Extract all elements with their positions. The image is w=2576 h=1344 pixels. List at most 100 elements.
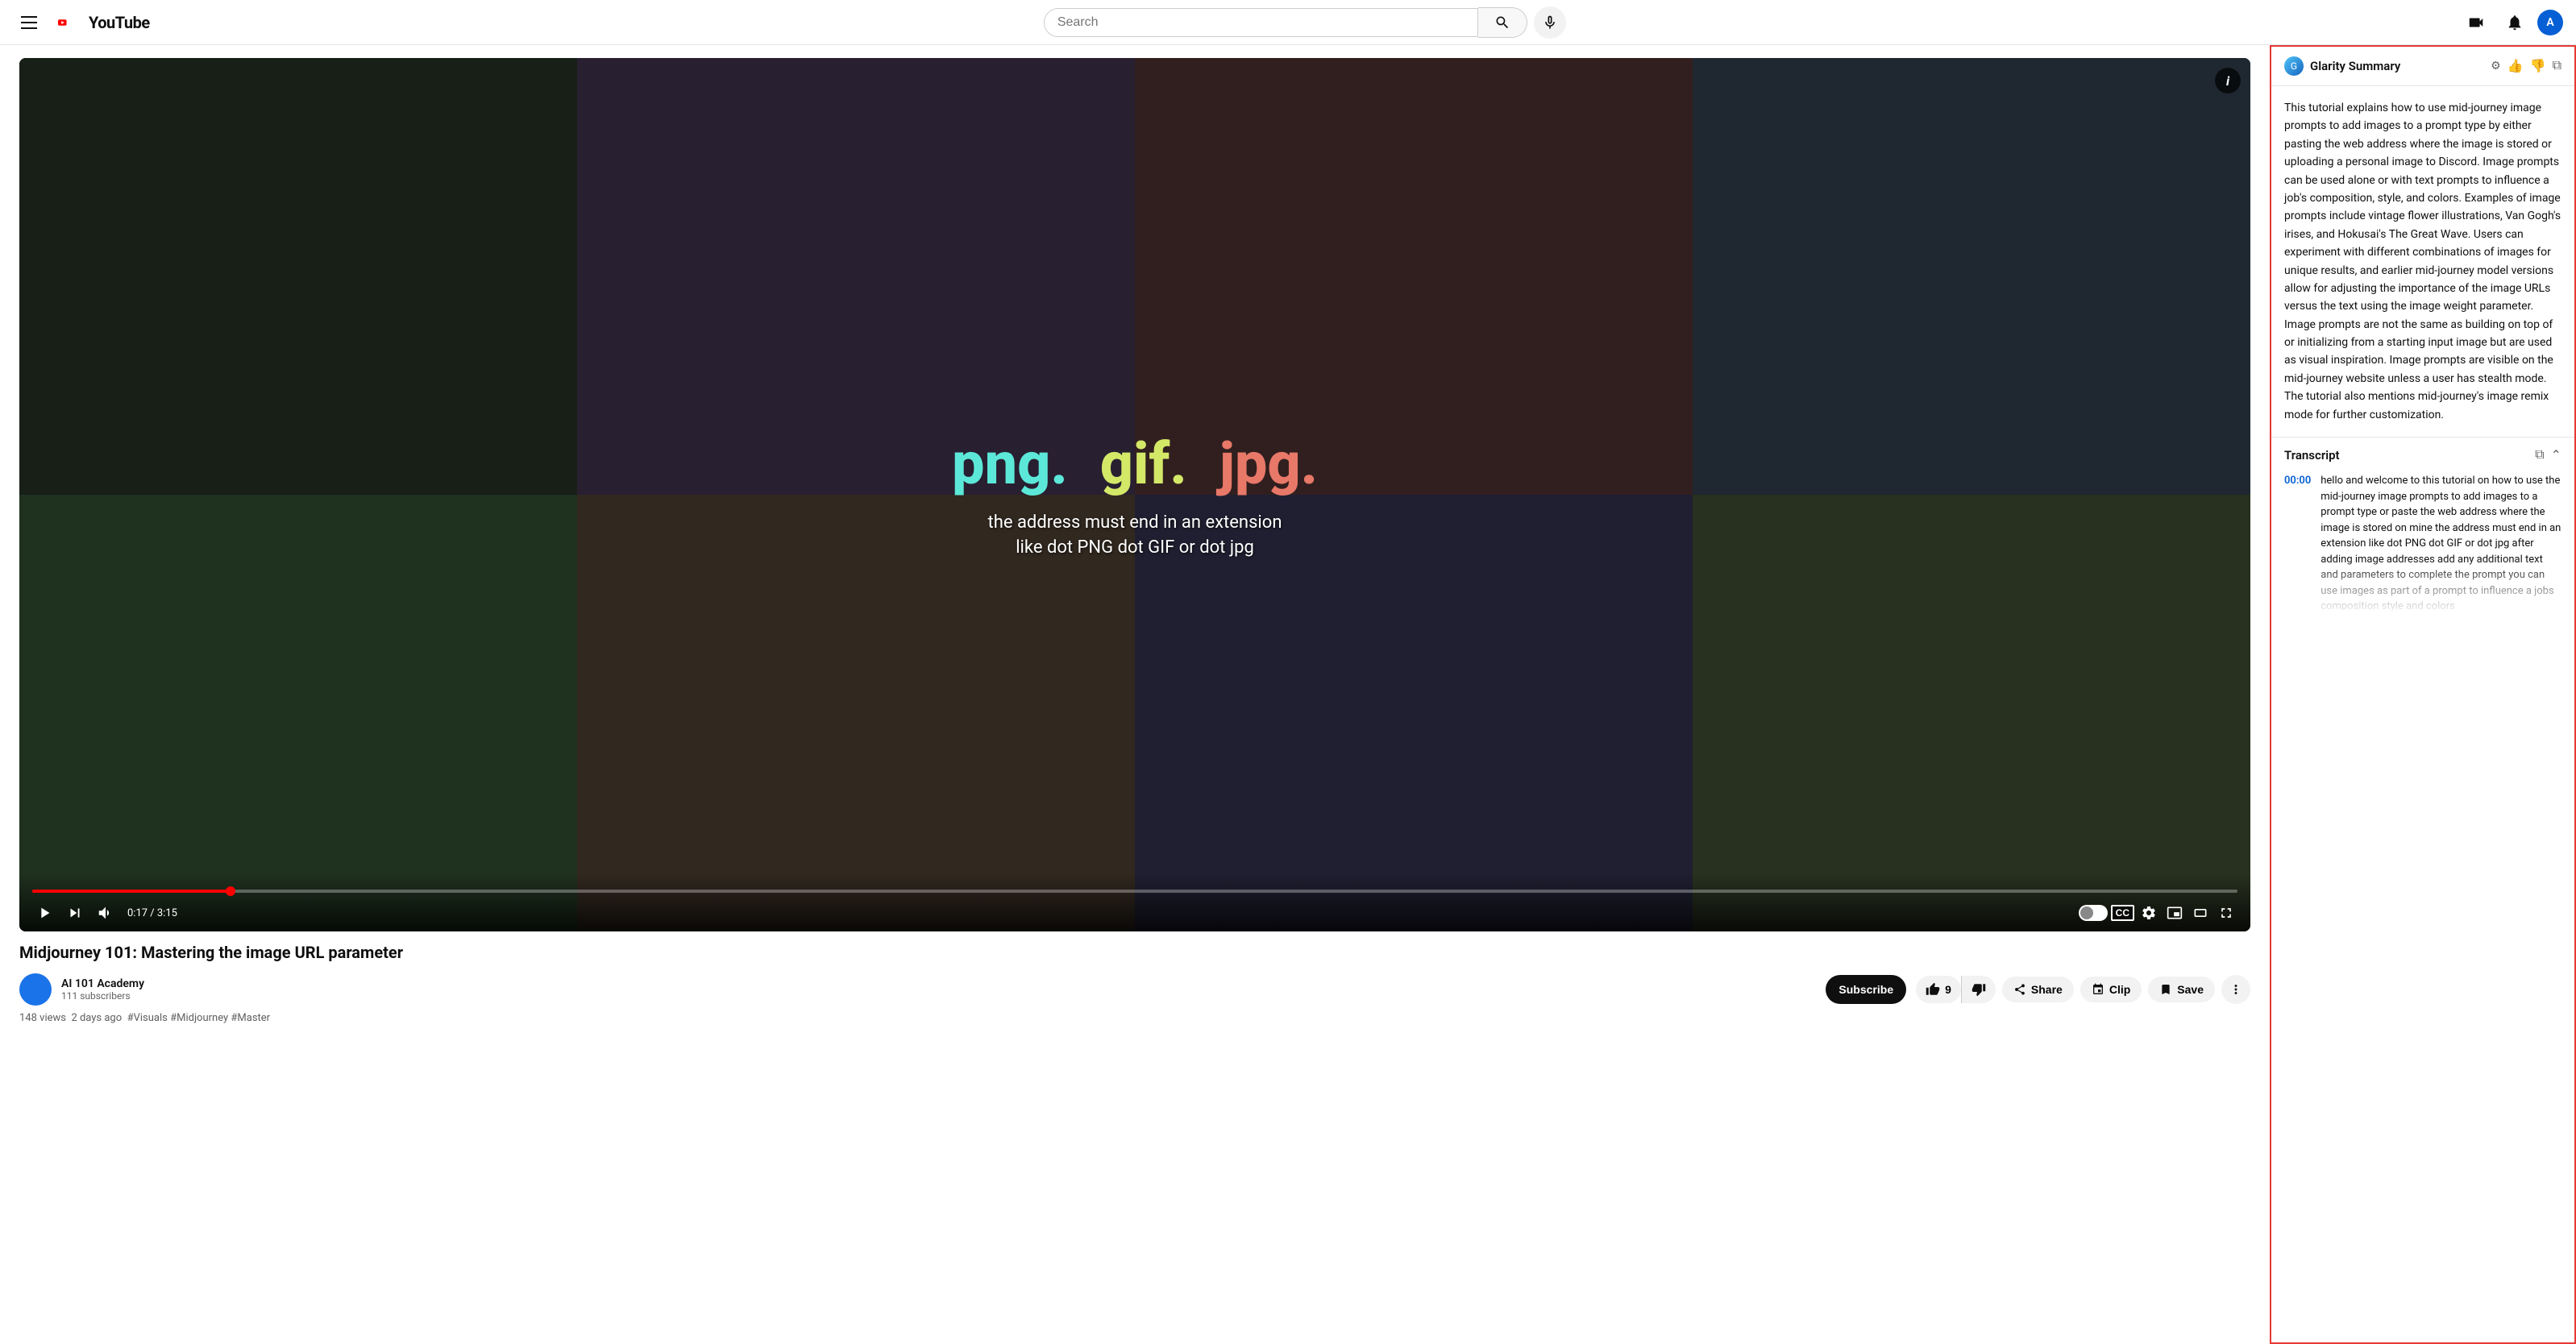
glarity-actions: 👍 👎 ⧉ <box>2507 58 2561 74</box>
transcript-collapse-button[interactable]: ⌃ <box>2551 447 2561 463</box>
info-button[interactable]: i <box>2215 68 2241 93</box>
glarity-summary-text: This tutorial explains how to use mid-jo… <box>2284 99 2561 424</box>
create-icon <box>2467 14 2485 31</box>
clip-icon <box>2092 983 2104 996</box>
fullscreen-icon <box>2218 905 2234 921</box>
search-input[interactable] <box>1045 9 1477 36</box>
channel-name: AI 101 Academy <box>61 977 1816 990</box>
captions-button[interactable]: CC <box>2111 905 2134 921</box>
video-thumbnail: png. gif. jpg. the address must end in a… <box>19 58 2250 931</box>
search-icon <box>1494 15 1510 31</box>
fullscreen-button[interactable] <box>2215 902 2237 924</box>
header-left: YouTube <box>13 6 150 39</box>
view-count: 148 views <box>19 1012 66 1024</box>
transcript-timestamp[interactable]: 00:00 <box>2284 473 2311 615</box>
glarity-summary: This tutorial explains how to use mid-jo… <box>2271 86 2574 437</box>
transcript-copy-button[interactable]: ⧉ <box>2535 447 2544 463</box>
thumbs-up-icon <box>1926 982 1940 997</box>
save-button[interactable]: Save <box>2148 977 2215 1002</box>
file-types-display: png. gif. jpg. <box>952 429 1318 498</box>
clip-button[interactable]: Clip <box>2080 977 2142 1002</box>
video-area: png. gif. jpg. the address must end in a… <box>0 45 2270 1344</box>
video-text-overlay: png. gif. jpg. the address must end in a… <box>19 58 2250 931</box>
hamburger-icon <box>15 10 44 35</box>
youtube-text: YouTube <box>89 13 150 32</box>
microphone-button[interactable] <box>1534 6 1566 39</box>
like-button[interactable]: 9 <box>1916 976 1961 1003</box>
volume-area <box>93 901 118 925</box>
video-hashtags: #Visuals #Midjourney #Master <box>127 1012 270 1024</box>
controls-row: 0:17 / 3:15 CC <box>32 901 2237 925</box>
more-icon <box>2229 982 2243 997</box>
settings-button[interactable] <box>2138 902 2160 924</box>
time-current: 0:17 <box>127 907 147 919</box>
transcript-actions: ⧉ ⌃ <box>2535 447 2561 463</box>
glarity-expand-button[interactable]: ⧉ <box>2553 58 2561 74</box>
hamburger-menu-button[interactable] <box>13 6 45 39</box>
header-center <box>150 6 2460 39</box>
progress-bar[interactable] <box>32 890 2237 893</box>
header: YouTube A <box>0 0 2576 45</box>
skip-next-button[interactable] <box>63 901 87 925</box>
youtube-logo[interactable]: YouTube <box>58 13 150 32</box>
avatar[interactable]: A <box>2537 10 2563 35</box>
header-right: A <box>2460 6 2563 39</box>
create-button[interactable] <box>2460 6 2492 39</box>
png-label: png. <box>952 429 1068 498</box>
play-button[interactable] <box>32 901 56 925</box>
time-display: 0:17 / 3:15 <box>127 907 177 919</box>
notifications-icon <box>2506 14 2524 31</box>
clip-label: Clip <box>2109 983 2130 996</box>
settings-icon <box>2141 905 2157 921</box>
dislike-button[interactable] <box>1961 976 1996 1003</box>
thumbs-down-icon <box>1971 982 1986 997</box>
mute-button[interactable] <box>93 901 118 925</box>
search-input-wrapper <box>1044 8 1478 37</box>
glarity-panel: G Glarity Summary ⚙ 👍 👎 ⧉ This tutorial … <box>2270 45 2576 1344</box>
speed-dot <box>2080 906 2093 919</box>
gif-label: gif. <box>1100 429 1187 498</box>
jpg-label: jpg. <box>1219 429 1318 498</box>
progress-fill <box>32 890 231 893</box>
miniplayer-button[interactable] <box>2163 902 2186 924</box>
video-meta: 148 views 2 days ago #Visuals #Midjourne… <box>19 1012 2250 1024</box>
search-button[interactable] <box>1478 7 1527 38</box>
action-buttons: 9 Share Clip Save <box>1916 975 2250 1004</box>
glarity-settings-icon[interactable]: ⚙ <box>2491 60 2501 73</box>
glarity-header: G Glarity Summary ⚙ 👍 👎 ⧉ <box>2271 47 2574 86</box>
glarity-thumbs-up-button[interactable]: 👍 <box>2507 58 2524 74</box>
progress-dot <box>226 886 235 896</box>
share-label: Share <box>2031 983 2063 996</box>
play-icon <box>35 904 53 922</box>
speed-toggle[interactable] <box>2079 905 2108 921</box>
volume-icon <box>97 904 114 922</box>
channel-info: AI 101 Academy 111 subscribers <box>61 977 1816 1002</box>
like-dislike-group: 9 <box>1916 976 1996 1003</box>
more-options-button[interactable] <box>2221 975 2250 1004</box>
notifications-button[interactable] <box>2499 6 2531 39</box>
transcript-section: Transcript ⧉ ⌃ 00:00 hello and welcome t… <box>2271 437 2574 1342</box>
youtube-logo-icon <box>58 13 85 32</box>
channel-avatar[interactable] <box>19 973 52 1006</box>
video-subtitle: the address must end in an extensionlike… <box>988 511 1282 561</box>
share-icon <box>2013 983 2026 996</box>
channel-row: AI 101 Academy 111 subscribers Subscribe… <box>19 973 2250 1006</box>
save-icon <box>2159 983 2172 996</box>
channel-subscribers: 111 subscribers <box>61 990 1816 1002</box>
transcript-title: Transcript <box>2284 448 2535 463</box>
time-total: 3:15 <box>157 907 177 919</box>
theater-mode-button[interactable] <box>2189 902 2212 924</box>
video-controls: 0:17 / 3:15 CC <box>19 873 2250 931</box>
theater-icon <box>2192 905 2208 921</box>
share-button[interactable]: Share <box>2002 977 2074 1002</box>
transcript-header: Transcript ⧉ ⌃ <box>2271 438 2574 473</box>
like-count: 9 <box>1945 983 1951 996</box>
glarity-thumbs-down-button[interactable]: 👎 <box>2530 58 2546 74</box>
transcript-entry: 00:00 hello and welcome to this tutorial… <box>2284 473 2561 615</box>
save-label: Save <box>2177 983 2204 996</box>
miniplayer-icon <box>2167 905 2183 921</box>
glarity-logo-icon: G <box>2284 56 2304 76</box>
subscribe-button[interactable]: Subscribe <box>1826 975 1906 1004</box>
main-content: png. gif. jpg. the address must end in a… <box>0 45 2576 1344</box>
video-player[interactable]: png. gif. jpg. the address must end in a… <box>19 58 2250 931</box>
